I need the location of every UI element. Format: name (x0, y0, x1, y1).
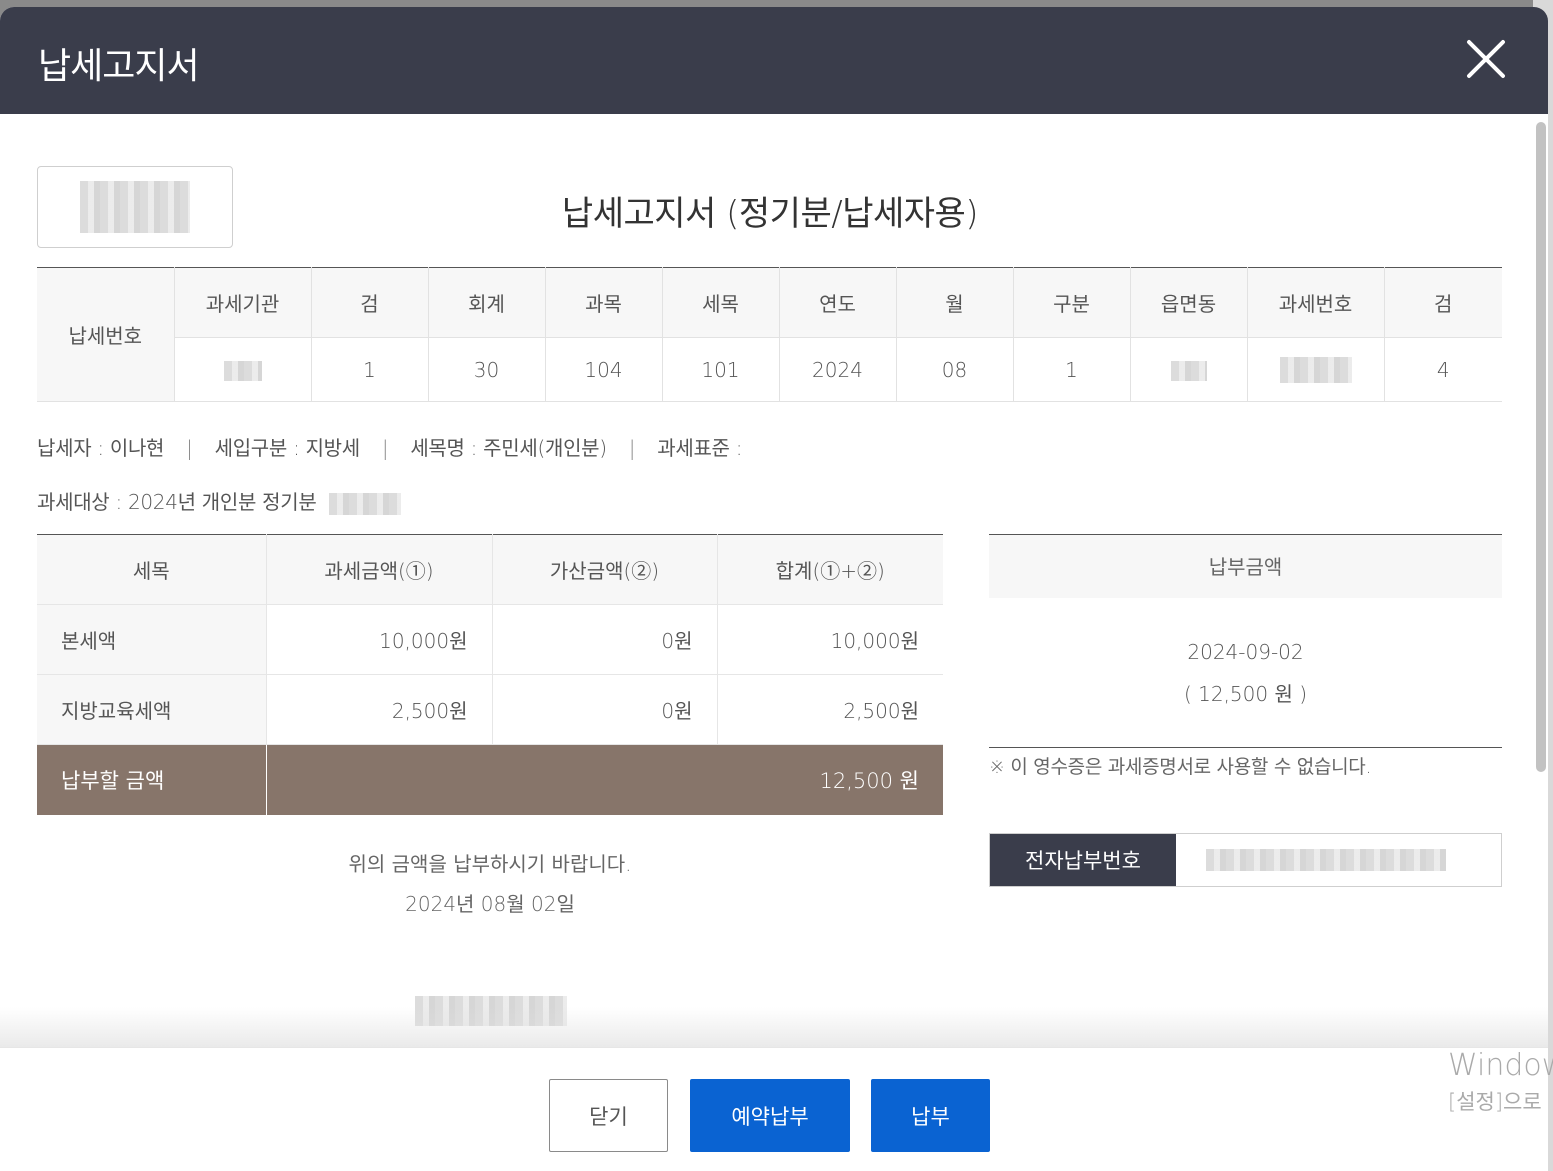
main-tax-amount: 10,000원 (266, 604, 493, 675)
header-district: 읍면동 (1130, 267, 1248, 338)
header-taxing-agency: 과세기관 (174, 267, 312, 338)
header-tax-amount: 과세금액(①) (266, 534, 493, 605)
education-tax-total: 2,500원 (717, 674, 943, 745)
value-check-2: 4 (1384, 337, 1502, 402)
header-month: 월 (896, 267, 1014, 338)
separator: | (381, 436, 389, 460)
epay-label: 전자납부번호 (990, 834, 1176, 886)
header-tax-serial: 과세번호 (1247, 267, 1385, 338)
header-tax-item: 세목 (662, 267, 780, 338)
divider (989, 747, 1502, 748)
scroll-shade (0, 1007, 1548, 1047)
payment-due-date: 2024-09-02 (1187, 640, 1304, 664)
header-year: 연도 (779, 267, 897, 338)
revenue-type: 세입구분 : 지방세 (214, 436, 361, 460)
issue-date: 2024년 08월 02일 (405, 892, 575, 916)
modal-footer: 닫기 예약납부 납부 (0, 1047, 1548, 1171)
separator: | (628, 436, 636, 460)
header-check-1: 검 (311, 267, 429, 338)
tax-notice-modal: 납세고지서 납세고지서 (정기분/납세자용) 납세번호 과세기관 검 회계 과목… (0, 7, 1548, 1171)
modal-title: 납세고지서 (38, 46, 200, 87)
total-row: 납부할 금액 12,500 원 (37, 744, 943, 815)
tax-standard: 과세표준 : (657, 436, 743, 460)
header-check-2: 검 (1384, 267, 1502, 338)
header-subject: 과목 (545, 267, 663, 338)
header-division: 구분 (1013, 267, 1131, 338)
electronic-payment-number: 전자납부번호 (989, 833, 1502, 887)
os-activation-watermark-sub: [설정]으로 (1448, 1090, 1542, 1114)
value-subject: 104 (545, 337, 663, 402)
document-title: 납세고지서 (정기분/납세자용) (561, 194, 979, 234)
redacted-value (1206, 849, 1446, 871)
payment-amount: ( 12,500 원 ) (1183, 682, 1308, 706)
row-label-education-tax: 지방교육세액 (37, 674, 267, 745)
tax-item-name: 세목명 : 주민세(개인분) (410, 436, 607, 460)
table-row: 지방교육세액 2,500원 0원 2,500원 (37, 674, 943, 745)
redacted-value (328, 492, 401, 515)
close-x-icon[interactable] (1464, 37, 1508, 81)
close-button[interactable]: 닫기 (549, 1079, 668, 1152)
payment-panel: 납부금액 2024-09-02 ( 12,500 원 ) ※ 이 영수증은 과세… (989, 534, 1502, 779)
total-amount: 12,500 원 (266, 744, 943, 815)
value-month: 08 (896, 337, 1014, 402)
modal-header: 납세고지서 (0, 7, 1548, 114)
value-tax-item: 101 (662, 337, 780, 402)
redacted-value (1170, 361, 1207, 381)
education-tax-amount: 2,500원 (266, 674, 493, 745)
redacted-value (1279, 356, 1352, 383)
value-division: 1 (1013, 337, 1131, 402)
tax-target-line: 과세대상 : 2024년 개인분 정기분 (37, 486, 401, 515)
table-row: 본세액 10,000원 0원 10,000원 (37, 604, 943, 675)
amount-table: 세목 과세금액(①) 가산금액(②) 합계(①+②) 본세액 10,000원 0… (37, 534, 943, 815)
main-tax-total: 10,000원 (717, 604, 943, 675)
education-tax-surcharge: 0원 (492, 674, 718, 745)
taxpayer-name: 납세자 : 이나현 (37, 436, 165, 460)
value-taxing-agency (174, 337, 312, 402)
tax-number-label: 납세번호 (37, 267, 175, 402)
row-label-main-tax: 본세액 (37, 604, 267, 675)
header-tax-item: 세목 (37, 534, 267, 605)
tax-target: 과세대상 : 2024년 개인분 정기분 (37, 490, 317, 514)
header-accounting: 회계 (428, 267, 546, 338)
pay-button[interactable]: 납부 (871, 1079, 990, 1152)
redacted-value (223, 361, 262, 381)
value-accounting: 30 (428, 337, 546, 402)
value-check-1: 1 (311, 337, 429, 402)
header-sum: 합계(①+②) (717, 534, 943, 605)
receipt-note: ※ 이 영수증은 과세증명서로 사용할 수 없습니다. (989, 756, 1372, 778)
taxpayer-info-line: 납세자 : 이나현 | 세입구분 : 지방세 | 세목명 : 주민세(개인분) | 과세표준… (37, 432, 742, 461)
epay-value (1176, 834, 1501, 886)
value-year: 2024 (779, 337, 897, 402)
reserve-payment-button[interactable]: 예약납부 (690, 1079, 850, 1152)
header-surcharge: 가산금액(②) (492, 534, 718, 605)
payment-amount-header: 납부금액 (989, 534, 1502, 598)
value-district (1130, 337, 1248, 402)
tax-number-table: 납세번호 과세기관 검 회계 과목 세목 연도 월 구분 읍면동 과세번호 검 … (37, 267, 1502, 402)
value-tax-serial (1247, 337, 1385, 402)
modal-body: 납세고지서 (정기분/납세자용) 납세번호 과세기관 검 회계 과목 세목 연도… (0, 114, 1548, 1047)
payment-request-text: 위의 금액을 납부하시기 바랍니다. (348, 852, 632, 876)
os-activation-watermark: Windows (1448, 1048, 1553, 1083)
main-tax-surcharge: 0원 (492, 604, 718, 675)
separator: | (186, 436, 193, 460)
total-label: 납부할 금액 (37, 744, 267, 815)
